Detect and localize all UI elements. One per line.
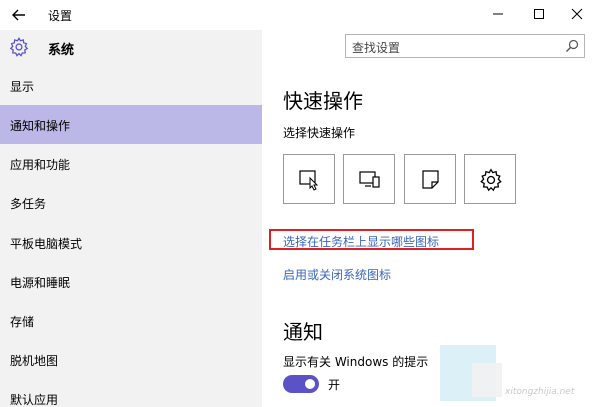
quick-actions-heading: 快速操作 [283, 89, 363, 113]
settings-gear-icon [480, 168, 502, 192]
sidebar-item-label: 显示 [10, 80, 35, 94]
quick-action-note[interactable] [404, 154, 456, 204]
connect-icon [359, 171, 380, 188]
note-icon [422, 170, 439, 189]
title-bar: 设置 [0, 0, 593, 30]
minimize-icon[interactable] [488, 5, 508, 23]
sidebar-item-offline-maps[interactable]: 脱机地图 [0, 340, 262, 379]
quick-action-tablet-mode[interactable] [283, 154, 335, 204]
system-icons-link[interactable]: 启用或关闭系统图标 [283, 266, 391, 283]
tablet-mode-icon [299, 170, 319, 191]
quick-action-connect[interactable] [343, 154, 395, 204]
sidebar-item-storage[interactable]: 存储 [0, 301, 262, 340]
gear-icon [9, 37, 29, 57]
quick-actions-subtitle: 选择快速操作 [283, 126, 356, 140]
search-icon[interactable] [564, 38, 580, 54]
sidebar-item-display[interactable]: 显示 [0, 66, 262, 105]
watermark-logo-part [472, 363, 502, 397]
maximize-icon[interactable] [529, 5, 549, 23]
sidebar-item-label: 平板电脑模式 [10, 237, 83, 251]
sidebar-item-label: 应用和功能 [10, 158, 71, 172]
notifications-heading: 通知 [283, 320, 323, 344]
sidebar-item-label: 通知和操作 [10, 119, 71, 133]
window-title: 设置 [48, 9, 73, 23]
search-placeholder: 查找设置 [352, 41, 401, 55]
sidebar-item-power-sleep[interactable]: 电源和睡眠 [0, 262, 262, 301]
sidebar-item-label: 脱机地图 [10, 354, 59, 368]
sidebar-item-multitasking[interactable]: 多任务 [0, 183, 262, 222]
windows-tips-label: 显示有关 Windows 的提示 [283, 355, 429, 369]
toggle-state-label: 开 [328, 378, 341, 392]
arrow-left-icon[interactable] [10, 6, 30, 24]
watermark-text: xitongzhijia.net [505, 387, 575, 397]
sidebar-item-notifications[interactable]: 通知和操作 [0, 105, 262, 144]
app-title: 系统 [48, 43, 75, 58]
windows-tips-toggle[interactable] [283, 375, 319, 393]
search-input[interactable]: 查找设置 [345, 34, 585, 58]
sidebar-item-label: 默认应用 [10, 393, 59, 407]
quick-action-settings[interactable] [464, 154, 516, 204]
sidebar-item-tablet-mode[interactable]: 平板电脑模式 [0, 223, 262, 262]
close-icon[interactable] [567, 5, 587, 23]
highlight-box [269, 229, 474, 250]
toggle-knob [305, 379, 315, 389]
sidebar-item-label: 电源和睡眠 [10, 276, 71, 290]
sidebar-item-default-apps[interactable]: 默认应用 [0, 379, 262, 407]
sidebar-item-label: 多任务 [10, 197, 47, 211]
sidebar-item-label: 存储 [10, 315, 35, 329]
sidebar-item-apps[interactable]: 应用和功能 [0, 144, 262, 183]
app-header: 系统 [0, 30, 262, 66]
